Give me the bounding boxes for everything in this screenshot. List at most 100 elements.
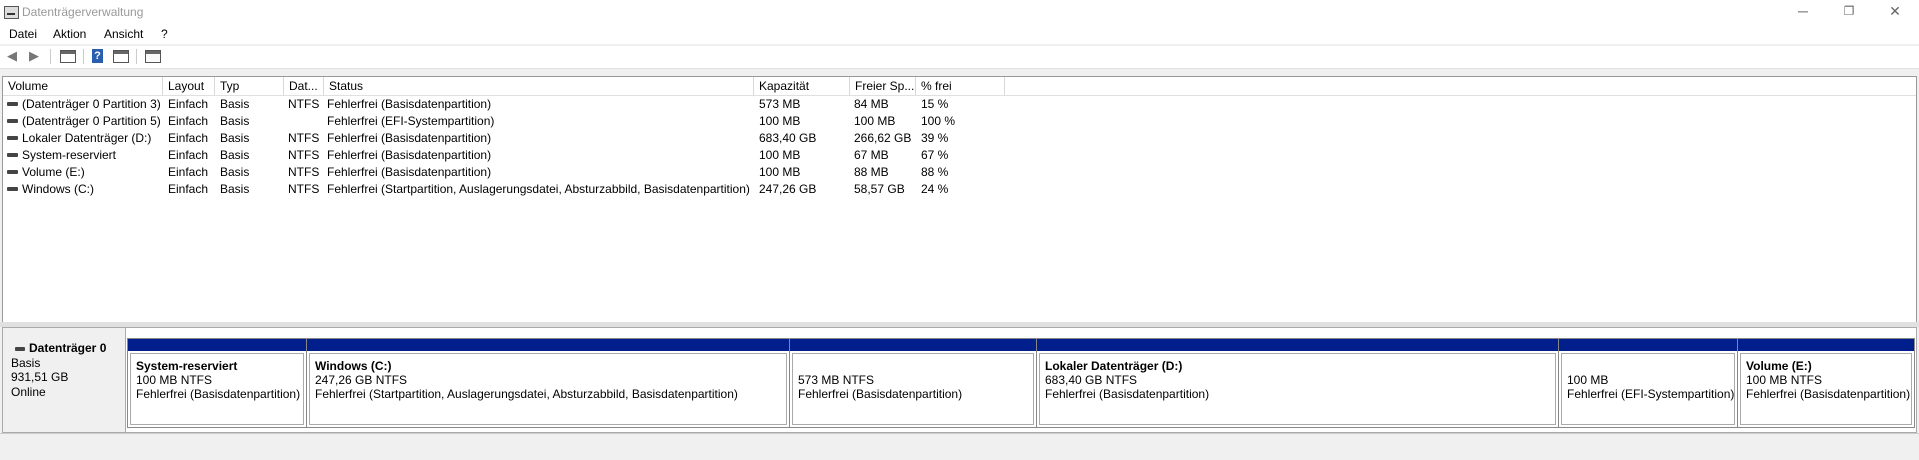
column-header-percent-free[interactable]: % frei xyxy=(916,77,1005,95)
cell-volume: System-reserviert xyxy=(22,148,117,162)
cell-free-space: 84 MB xyxy=(854,97,889,111)
volume-list: Volume Layout Typ Dat... Status Kapazitä… xyxy=(2,76,1917,323)
column-header-type[interactable]: Typ xyxy=(215,77,284,95)
menu-bar: Datei Aktion Ansicht ? xyxy=(0,24,1919,44)
partition-system-reserved[interactable]: System-reserviert 100 MB NTFS Fehlerfrei… xyxy=(127,338,307,428)
volume-row[interactable]: Windows (C:) Einfach Basis NTFS Fehlerfr… xyxy=(3,181,1003,198)
cell-free-space: 67 MB xyxy=(854,148,889,162)
disk-name: Datenträger 0 xyxy=(29,341,107,355)
menu-ansicht[interactable]: Ansicht xyxy=(104,27,143,41)
cell-type: Basis xyxy=(220,148,250,162)
window-title: Datenträgerverwaltung xyxy=(22,5,144,19)
partition-bar xyxy=(1559,339,1737,351)
disk-icon xyxy=(15,347,25,351)
cell-filesystem: NTFS xyxy=(288,182,320,196)
help-icon[interactable]: ? xyxy=(92,49,103,63)
cell-status: Fehlerfrei (Basisdatenpartition) xyxy=(327,97,492,111)
partition-status: Fehlerfrei (Basisdatenpartition) xyxy=(798,387,963,401)
volume-row[interactable]: System-reserviert Einfach Basis NTFS Feh… xyxy=(3,147,1003,164)
column-header-free-space[interactable]: Freier Sp... xyxy=(850,77,916,95)
toolbar-separator xyxy=(83,49,84,64)
partition-size: 100 MB NTFS xyxy=(136,373,213,387)
forward-arrow-icon[interactable]: ▶ xyxy=(26,49,42,63)
disk-label-panel[interactable]: Datenträger 0 Basis 931,51 GB Online xyxy=(3,328,126,432)
volume-row[interactable]: Volume (E:) Einfach Basis NTFS Fehlerfre… xyxy=(3,164,1003,181)
partition-size: 247,26 GB NTFS xyxy=(315,373,408,387)
cell-percent-free: 15 % xyxy=(921,97,949,111)
menu-datei[interactable]: Datei xyxy=(9,27,37,41)
cell-free-space: 100 MB xyxy=(854,114,896,128)
partition-name: Volume (E:) xyxy=(1746,359,1812,373)
cell-type: Basis xyxy=(220,97,250,111)
column-header-capacity[interactable]: Kapazität xyxy=(754,77,850,95)
drive-icon xyxy=(7,170,18,174)
partition-status: Fehlerfrei (EFI-Systempartition) xyxy=(1567,387,1735,401)
partition-bar xyxy=(307,339,789,351)
properties-icon[interactable] xyxy=(113,50,129,63)
cell-layout: Einfach xyxy=(168,114,209,128)
column-header-filesystem[interactable]: Dat... xyxy=(284,77,324,95)
partition-local-d[interactable]: Lokaler Datenträger (D:) 683,40 GB NTFS … xyxy=(1036,338,1559,428)
partition-inner: Windows (C:) 247,26 GB NTFS Fehlerfrei (… xyxy=(309,353,787,425)
partition-size: 573 MB NTFS xyxy=(798,373,875,387)
cell-status: Fehlerfrei (Basisdatenpartition) xyxy=(327,165,492,179)
partition-windows-c[interactable]: Windows (C:) 247,26 GB NTFS Fehlerfrei (… xyxy=(306,338,790,428)
volume-list-header: Volume Layout Typ Dat... Status Kapazitä… xyxy=(3,77,1916,96)
minimize-button[interactable]: ─ xyxy=(1780,0,1826,24)
cell-status: Fehlerfrei (Basisdatenpartition) xyxy=(327,131,492,145)
cell-capacity: 100 MB xyxy=(759,165,801,179)
disk-size: 931,51 GB xyxy=(11,370,69,384)
partition-name: Windows (C:) xyxy=(315,359,392,373)
toolbar: ◀ ▶ ? xyxy=(0,46,1919,69)
drive-icon xyxy=(7,102,18,106)
drive-icon xyxy=(7,136,18,140)
partition-bar xyxy=(1738,339,1914,351)
cell-type: Basis xyxy=(220,131,250,145)
cell-filesystem: NTFS xyxy=(288,165,320,179)
partition-bar xyxy=(1037,339,1558,351)
partition-inner: 573 MB NTFS Fehlerfrei (Basisdatenpartit… xyxy=(792,353,1034,425)
cell-status: Fehlerfrei (Basisdatenpartition) xyxy=(327,148,492,162)
column-header-layout[interactable]: Layout xyxy=(163,77,215,95)
view-settings-icon[interactable] xyxy=(145,50,161,63)
column-header-volume[interactable]: Volume xyxy=(3,77,163,95)
cell-free-space: 88 MB xyxy=(854,165,889,179)
cell-capacity: 683,40 GB xyxy=(759,131,817,145)
cell-layout: Einfach xyxy=(168,97,209,111)
toolbar-separator xyxy=(50,49,51,64)
cell-layout: Einfach xyxy=(168,182,209,196)
volume-row[interactable]: (Datenträger 0 Partition 5) Einfach Basi… xyxy=(3,113,1003,130)
cell-percent-free: 39 % xyxy=(921,131,949,145)
menu-aktion[interactable]: Aktion xyxy=(53,27,86,41)
partition-recovery[interactable]: 573 MB NTFS Fehlerfrei (Basisdatenpartit… xyxy=(789,338,1037,428)
partition-inner: 100 MB Fehlerfrei (EFI-Systempartition) xyxy=(1561,353,1735,425)
partition-volume-e[interactable]: Volume (E:) 100 MB NTFS Fehlerfrei (Basi… xyxy=(1737,338,1915,428)
cell-status: Fehlerfrei (Startpartition, Auslagerungs… xyxy=(327,182,750,196)
disk-type: Basis xyxy=(11,356,41,370)
partition-bar xyxy=(128,339,306,351)
drive-icon xyxy=(7,187,18,191)
partition-inner: Lokaler Datenträger (D:) 683,40 GB NTFS … xyxy=(1039,353,1556,425)
partition-efi[interactable]: 100 MB Fehlerfrei (EFI-Systempartition) xyxy=(1558,338,1738,428)
partition-status: Fehlerfrei (Basisdatenpartition) xyxy=(1746,387,1911,401)
cell-filesystem: NTFS xyxy=(288,131,320,145)
partition-size: 100 MB xyxy=(1567,373,1609,387)
menu-help[interactable]: ? xyxy=(161,27,168,41)
partition-status: Fehlerfrei (Basisdatenpartition) xyxy=(1045,387,1210,401)
partition-name: System-reserviert xyxy=(136,359,238,373)
volume-row[interactable]: (Datenträger 0 Partition 3) Einfach Basi… xyxy=(3,96,1003,113)
cell-volume: Windows (C:) xyxy=(22,182,95,196)
column-header-status[interactable]: Status xyxy=(324,77,754,95)
cell-percent-free: 67 % xyxy=(921,148,949,162)
close-button[interactable]: ✕ xyxy=(1872,0,1918,24)
back-arrow-icon[interactable]: ◀ xyxy=(4,49,20,63)
cell-type: Basis xyxy=(220,165,250,179)
cell-status: Fehlerfrei (EFI-Systempartition) xyxy=(327,114,495,128)
cell-volume: Volume (E:) xyxy=(22,165,85,179)
volume-row[interactable]: Lokaler Datenträger (D:) Einfach Basis N… xyxy=(3,130,1003,147)
console-tree-icon[interactable] xyxy=(60,50,76,63)
disk-management-app-icon xyxy=(4,6,19,19)
partition-status: Fehlerfrei (Startpartition, Auslagerungs… xyxy=(315,387,738,401)
restore-button[interactable]: ❐ xyxy=(1826,0,1872,24)
cell-filesystem: NTFS xyxy=(288,97,320,111)
